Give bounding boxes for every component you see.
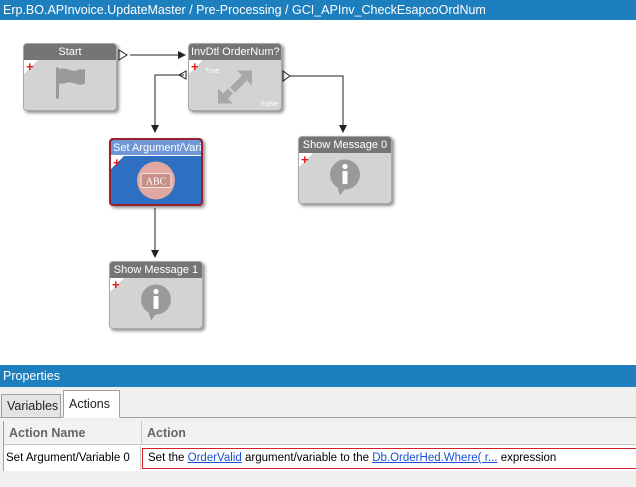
add-icon[interactable]: + xyxy=(191,60,199,73)
info-bubble-icon xyxy=(139,284,173,325)
expression-link[interactable]: Db.OrderHed.Where( r... xyxy=(372,452,497,464)
tab-actions[interactable]: Actions xyxy=(63,390,120,418)
start-output-port xyxy=(118,49,128,61)
condition-false-port xyxy=(282,70,291,82)
add-icon[interactable]: + xyxy=(26,60,34,73)
workflow-canvas[interactable]: Start + InvDtl OrderNum? + True False Se… xyxy=(0,20,636,360)
false-branch-label: False xyxy=(260,101,278,108)
add-icon[interactable]: + xyxy=(113,156,121,169)
condition-node[interactable]: InvDtl OrderNum? + True False xyxy=(188,43,282,111)
show-message-0-title: Show Message 0 xyxy=(299,137,391,153)
action-text-suffix: expression xyxy=(500,452,557,464)
show-message-0-node[interactable]: Show Message 0 + xyxy=(298,136,392,204)
designer-title-bar: Erp.BO.APInvoice.UpdateMaster / Pre-Proc… xyxy=(0,0,636,20)
tab-variables[interactable]: Variables xyxy=(1,394,61,418)
table-row[interactable]: Set Argument/Variable 0 Set the OrderVal… xyxy=(4,446,636,470)
add-icon[interactable]: + xyxy=(112,278,120,291)
branch-arrows-icon xyxy=(215,68,255,109)
start-node-title: Start xyxy=(24,44,116,60)
abc-icon-text: ABC xyxy=(146,177,167,188)
properties-tab-strip: Variables Actions xyxy=(0,387,636,418)
action-text-middle: argument/variable to the xyxy=(244,452,370,464)
show-message-1-node[interactable]: Show Message 1 + xyxy=(109,261,203,329)
set-argument-node-title: Set Argument/Vari xyxy=(111,140,201,156)
condition-node-title: InvDtl OrderNum? xyxy=(189,44,281,60)
show-message-1-title: Show Message 1 xyxy=(110,262,202,278)
action-text-prefix: Set the xyxy=(148,452,185,464)
connector-condition-to-show0 xyxy=(290,75,347,133)
column-header-action-name[interactable]: Action Name xyxy=(4,421,142,445)
grid-header-row: Action Name Action xyxy=(4,421,636,445)
actions-grid: Action Name Action Set Argument/Variable… xyxy=(3,421,636,471)
variable-link[interactable]: OrderValid xyxy=(188,452,242,464)
action-expression-cell[interactable]: Set the OrderValid argument/variable to … xyxy=(142,448,636,469)
properties-panel-header: Properties xyxy=(0,365,636,387)
info-bubble-icon xyxy=(328,159,362,200)
abc-icon: ABC xyxy=(136,161,176,204)
action-name-cell[interactable]: Set Argument/Variable 0 xyxy=(4,446,141,470)
flag-icon xyxy=(52,66,88,103)
start-node[interactable]: Start + xyxy=(23,43,117,111)
add-icon[interactable]: + xyxy=(301,153,309,166)
properties-panel: Variables Actions Action Name Action Set… xyxy=(0,387,636,487)
set-argument-node[interactable]: Set Argument/Vari + ABC xyxy=(109,138,203,206)
column-header-action[interactable]: Action xyxy=(142,421,636,445)
connector-condition-to-setarg xyxy=(151,74,184,133)
